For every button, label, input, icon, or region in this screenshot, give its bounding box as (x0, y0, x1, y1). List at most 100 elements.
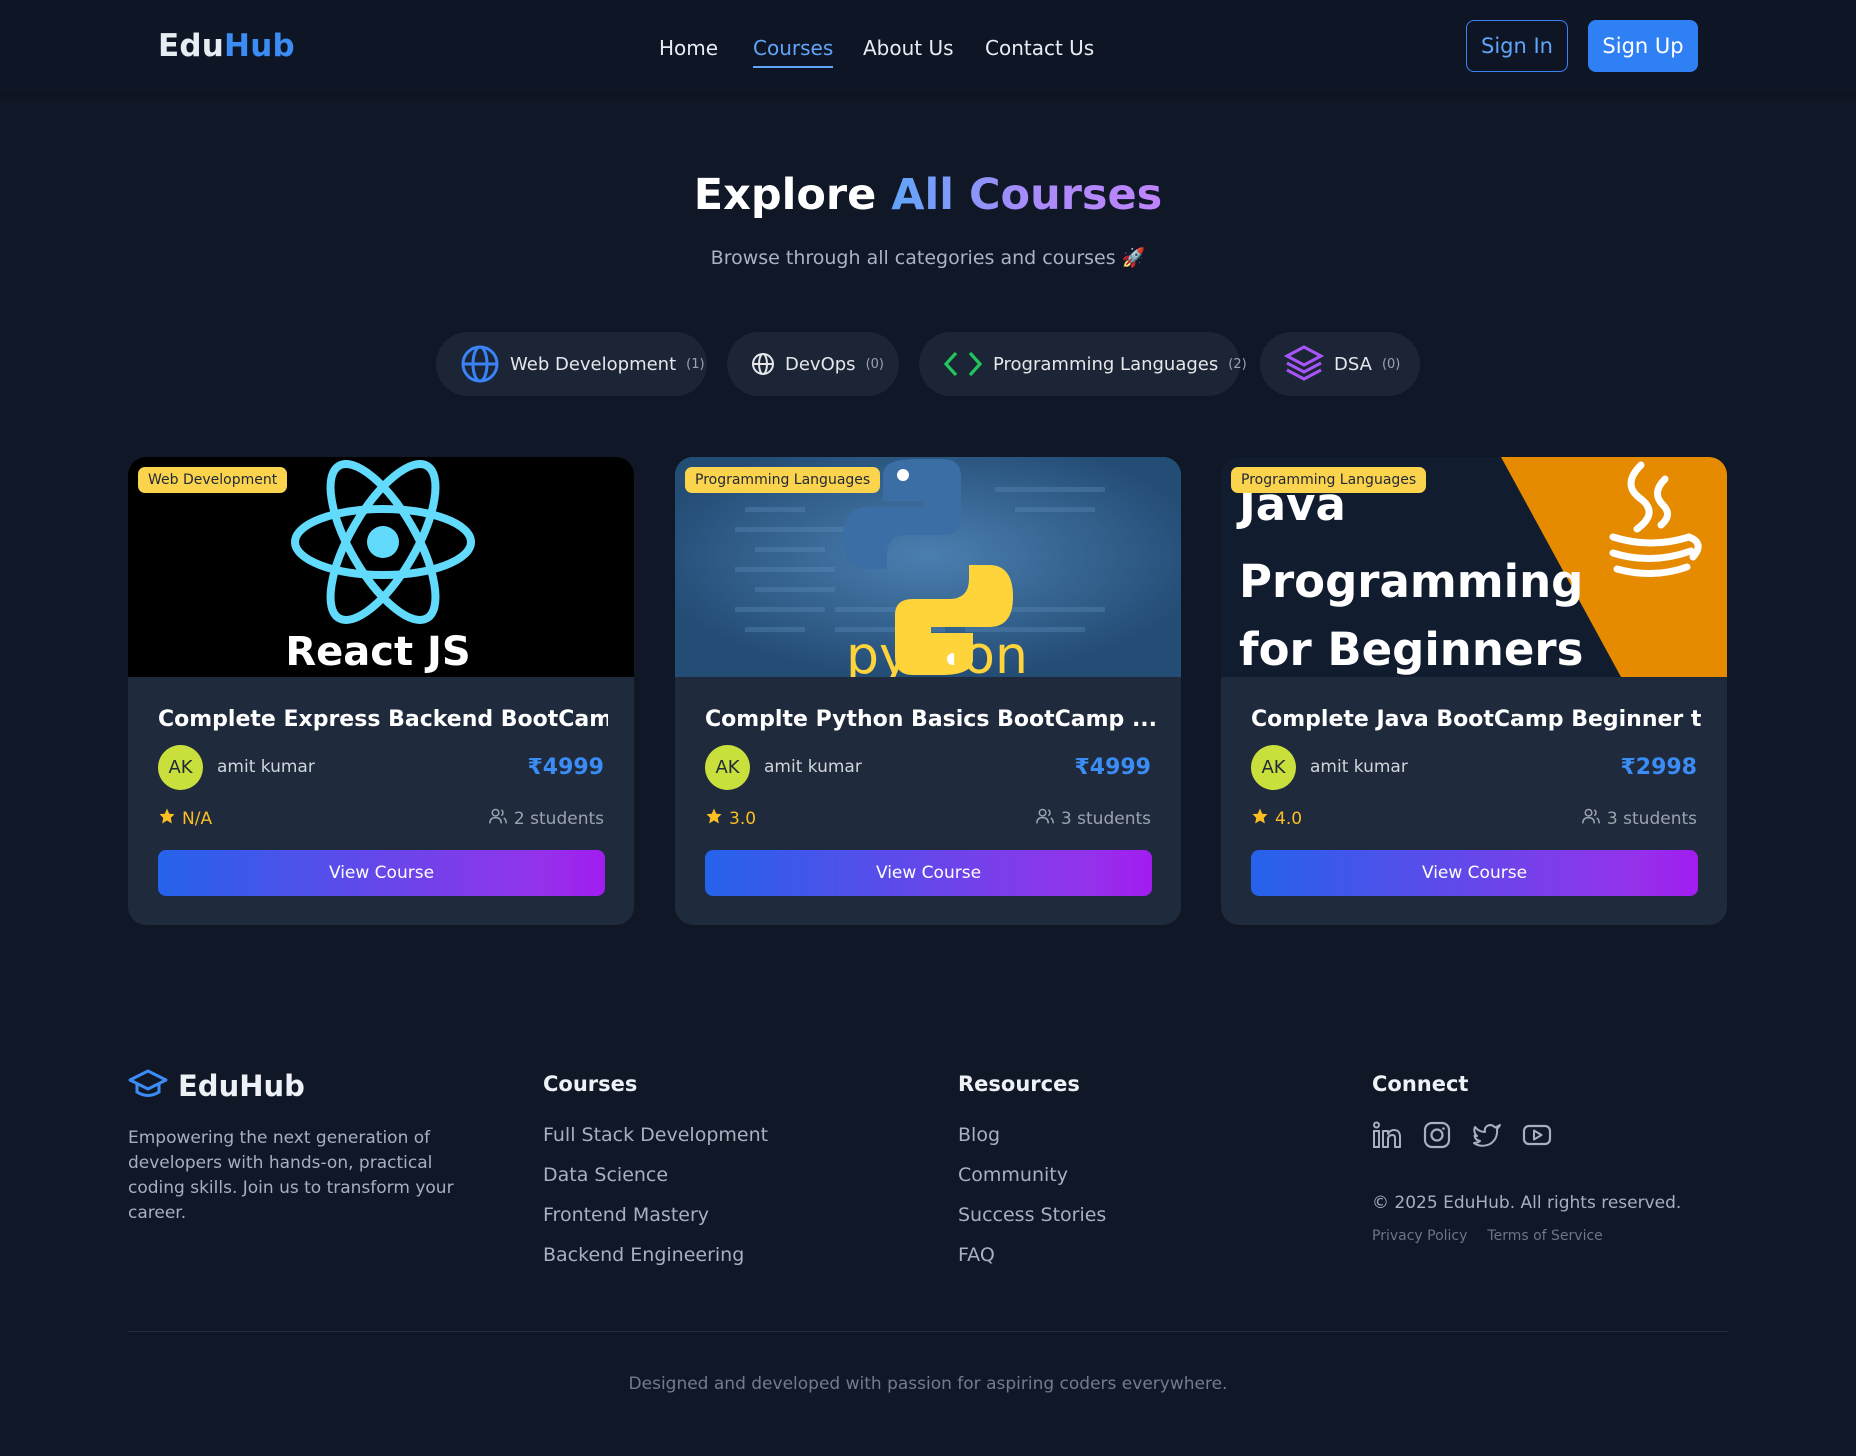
users-icon (1035, 807, 1055, 830)
view-course-button[interactable]: View Course (705, 850, 1152, 896)
category-badge: Programming Languages (1231, 467, 1427, 493)
rating-value: N/A (182, 808, 213, 829)
nav-about-link[interactable]: About Us (863, 36, 954, 60)
instagram-icon[interactable] (1422, 1120, 1452, 1150)
footer-courses-list: Full Stack Development Data Science Fron… (543, 1124, 768, 1284)
view-course-button[interactable]: View Course (158, 850, 605, 896)
course-thumbnail[interactable]: Java Programming for Beginners Programmi… (1221, 457, 1727, 677)
linkedin-icon[interactable] (1372, 1120, 1402, 1150)
page-title-highlight: All Courses (891, 170, 1163, 220)
thumbnail-line-3: for Beginners (1239, 623, 1583, 676)
users-icon (488, 807, 508, 830)
page-title-plain: Explore (693, 170, 892, 220)
course-rating: N/A (158, 807, 212, 830)
category-label: Web Development (510, 353, 677, 375)
footer-link[interactable]: Frontend Mastery (543, 1204, 768, 1244)
category-pill-web-development[interactable]: Web Development (1) (436, 332, 707, 396)
category-badge: Web Development (138, 467, 288, 493)
category-count: (0) (1381, 356, 1401, 372)
view-course-button[interactable]: View Course (1251, 850, 1698, 896)
code-icon (943, 344, 983, 384)
category-label: DSA (1334, 353, 1372, 375)
avatar: AK (158, 745, 203, 790)
category-label: DevOps (785, 353, 856, 375)
students-label: 3 students (1060, 808, 1151, 829)
rating-value: 3.0 (729, 808, 757, 829)
category-pill-dsa[interactable]: DSA (0) (1260, 332, 1420, 396)
nav-contact-link[interactable]: Contact Us (985, 36, 1094, 60)
instructor-name: amit kumar (1310, 757, 1408, 777)
course-title[interactable]: Complete Java BootCamp Beginner to ... (1251, 707, 1701, 732)
course-thumbnail[interactable]: python Programming Languages (675, 457, 1181, 677)
instructor-name: amit kumar (217, 757, 315, 777)
course-price: ₹4999 (1074, 755, 1151, 780)
category-label: Programming Languages (993, 353, 1219, 375)
thumbnail-line-2: Programming (1239, 555, 1583, 608)
footer-tagline: Designed and developed with passion for … (628, 1374, 1228, 1394)
course-title[interactable]: Complte Python Basics BootCamp ... (705, 707, 1155, 732)
terms-of-service-link[interactable]: Terms of Service (1487, 1228, 1602, 1244)
student-count: 2 students (488, 807, 604, 830)
thumbnail-caption: React JS (285, 629, 470, 675)
globe-icon (460, 344, 500, 384)
category-pill-devops[interactable]: DevOps (0) (727, 332, 899, 396)
footer-link[interactable]: Community (958, 1164, 1106, 1204)
footer-link[interactable]: FAQ (958, 1244, 1106, 1284)
social-links (1372, 1120, 1572, 1150)
course-thumbnail[interactable]: React JS Web Development (128, 457, 634, 677)
instructor-name: amit kumar (764, 757, 862, 777)
footer-link[interactable]: Backend Engineering (543, 1244, 768, 1284)
category-count: (2) (1228, 356, 1247, 372)
course-card-react: React JS Web Development Complete Expres… (128, 457, 634, 925)
top-navbar: EduHub Home Courses About Us Contact Us … (0, 0, 1856, 94)
footer-link[interactable]: Full Stack Development (543, 1124, 768, 1164)
star-icon (158, 807, 176, 830)
student-count: 3 students (1035, 807, 1151, 830)
sign-in-button[interactable]: Sign In (1466, 20, 1568, 72)
course-card-java: Java Programming for Beginners Programmi… (1221, 457, 1727, 925)
footer-connect-heading: Connect (1372, 1072, 1469, 1096)
footer-link[interactable]: Data Science (543, 1164, 768, 1204)
footer-resources-list: Blog Community Success Stories FAQ (958, 1124, 1106, 1284)
footer-divider (128, 1331, 1728, 1332)
footer-brand[interactable]: EduHub (128, 1068, 305, 1104)
footer-resources-heading: Resources (958, 1072, 1080, 1096)
course-price: ₹2998 (1620, 755, 1697, 780)
twitter-icon[interactable] (1472, 1120, 1502, 1150)
copyright-text: © 2025 EduHub. All rights reserved. (1372, 1193, 1682, 1213)
privacy-policy-link[interactable]: Privacy Policy (1372, 1228, 1467, 1244)
course-rating: 3.0 (705, 807, 756, 830)
footer-link[interactable]: Success Stories (958, 1204, 1106, 1244)
globe-icon (751, 344, 775, 384)
students-label: 2 students (513, 808, 604, 829)
course-price: ₹4999 (527, 755, 604, 780)
course-rating: 4.0 (1251, 807, 1302, 830)
course-card-python: python Programming Languages Complte Pyt… (675, 457, 1181, 925)
legal-links: Privacy Policy Terms of Service (1372, 1228, 1623, 1244)
graduation-cap-icon (128, 1068, 168, 1104)
avatar: AK (705, 745, 750, 790)
page-subtitle: Browse through all categories and course… (710, 247, 1146, 269)
rating-value: 4.0 (1275, 808, 1303, 829)
category-count: (0) (865, 356, 884, 372)
avatar: AK (1251, 745, 1296, 790)
layers-icon (1284, 344, 1324, 384)
course-title[interactable]: Complete Express Backend BootCamp B... (158, 707, 608, 732)
nav-home-link[interactable]: Home (659, 36, 718, 60)
star-icon (1251, 807, 1269, 830)
thumbnail-caption: python (846, 626, 1028, 677)
footer-description: Empowering the next generation of develo… (128, 1128, 454, 1223)
nav-courses-link[interactable]: Courses (753, 36, 834, 68)
footer-brand-name: EduHub (178, 1069, 305, 1103)
footer-link[interactable]: Blog (958, 1124, 1106, 1164)
students-label: 3 students (1606, 808, 1697, 829)
page-title: Explore All Courses (0, 170, 1856, 220)
category-badge: Programming Languages (685, 467, 881, 493)
star-icon (705, 807, 723, 830)
footer-courses-heading: Courses (543, 1072, 638, 1096)
youtube-icon[interactable] (1522, 1120, 1552, 1150)
users-icon (1581, 807, 1601, 830)
main-nav: Home Courses About Us Contact Us (0, 36, 1856, 68)
category-pill-programming-languages[interactable]: Programming Languages (2) (919, 332, 1247, 396)
sign-up-button[interactable]: Sign Up (1588, 20, 1698, 72)
